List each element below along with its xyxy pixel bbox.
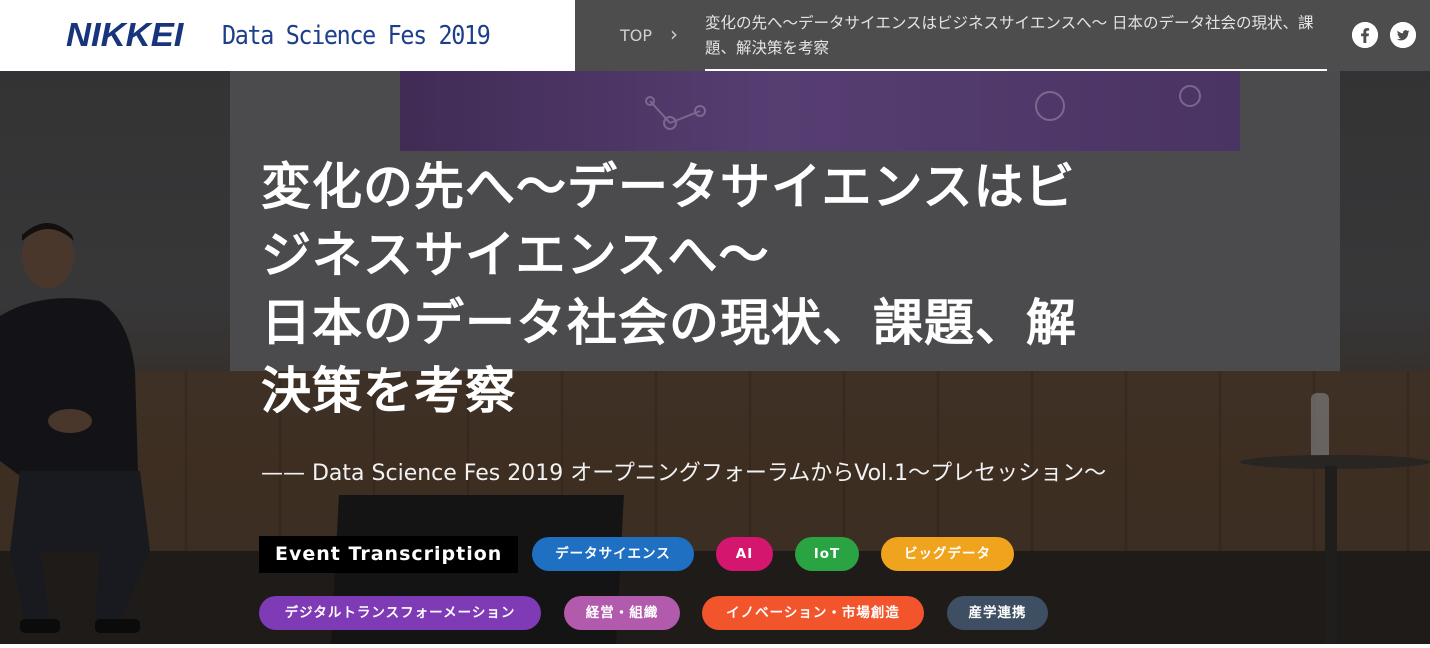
title-line: 日本のデータ社会の現状、課題、解 bbox=[261, 294, 1077, 352]
title-line: ジネスサイエンスへ〜 bbox=[261, 226, 770, 284]
tag-big-data[interactable]: ビッグデータ bbox=[881, 537, 1014, 571]
breadcrumb-top-link[interactable]: TOP bbox=[620, 26, 652, 45]
site-header: NIKKEI Data Science Fes 2019 TOP › 変化の先へ… bbox=[0, 0, 1430, 71]
hero-section: 変化の先へ〜データサイエンスはビ ジネスサイエンスへ〜 日本のデータ社会の現状、… bbox=[0, 71, 1430, 644]
breadcrumb-bar: TOP › 変化の先へ〜データサイエンスはビジネスサイエンスへ〜 日本のデータ社… bbox=[575, 0, 1430, 71]
title-line: 決策を考察 bbox=[261, 362, 516, 420]
tag-ai[interactable]: AI bbox=[716, 537, 773, 571]
tag-iot[interactable]: IoT bbox=[795, 537, 859, 571]
tag-industry-academia[interactable]: 産学連携 bbox=[947, 596, 1048, 630]
chevron-right-icon: › bbox=[670, 22, 678, 46]
nikkei-logo[interactable]: NIKKEI bbox=[66, 17, 183, 53]
tag-data-science[interactable]: データサイエンス bbox=[532, 537, 694, 571]
article-subtitle: —— Data Science Fes 2019 オープニングフォーラムからVo… bbox=[261, 461, 1107, 486]
tag-digital-transformation[interactable]: デジタルトランスフォーメーション bbox=[259, 596, 541, 630]
logo-area[interactable]: NIKKEI Data Science Fes 2019 bbox=[0, 0, 575, 71]
facebook-icon[interactable] bbox=[1352, 22, 1378, 48]
twitter-icon[interactable] bbox=[1390, 22, 1416, 48]
title-line: 変化の先へ〜データサイエンスはビ bbox=[261, 158, 1076, 216]
category-label[interactable]: Event Transcription bbox=[259, 536, 519, 573]
breadcrumb-current: 変化の先へ〜データサイエンスはビジネスサイエンスへ〜 日本のデータ社会の現状、課… bbox=[705, 11, 1327, 71]
article-title: 変化の先へ〜データサイエンスはビ ジネスサイエンスへ〜 日本のデータ社会の現状、… bbox=[261, 153, 1181, 425]
site-name[interactable]: Data Science Fes 2019 bbox=[222, 21, 491, 51]
tag-innovation-market[interactable]: イノベーション・市場創造 bbox=[702, 596, 924, 630]
tag-management-organization[interactable]: 経営・組織 bbox=[564, 596, 680, 630]
